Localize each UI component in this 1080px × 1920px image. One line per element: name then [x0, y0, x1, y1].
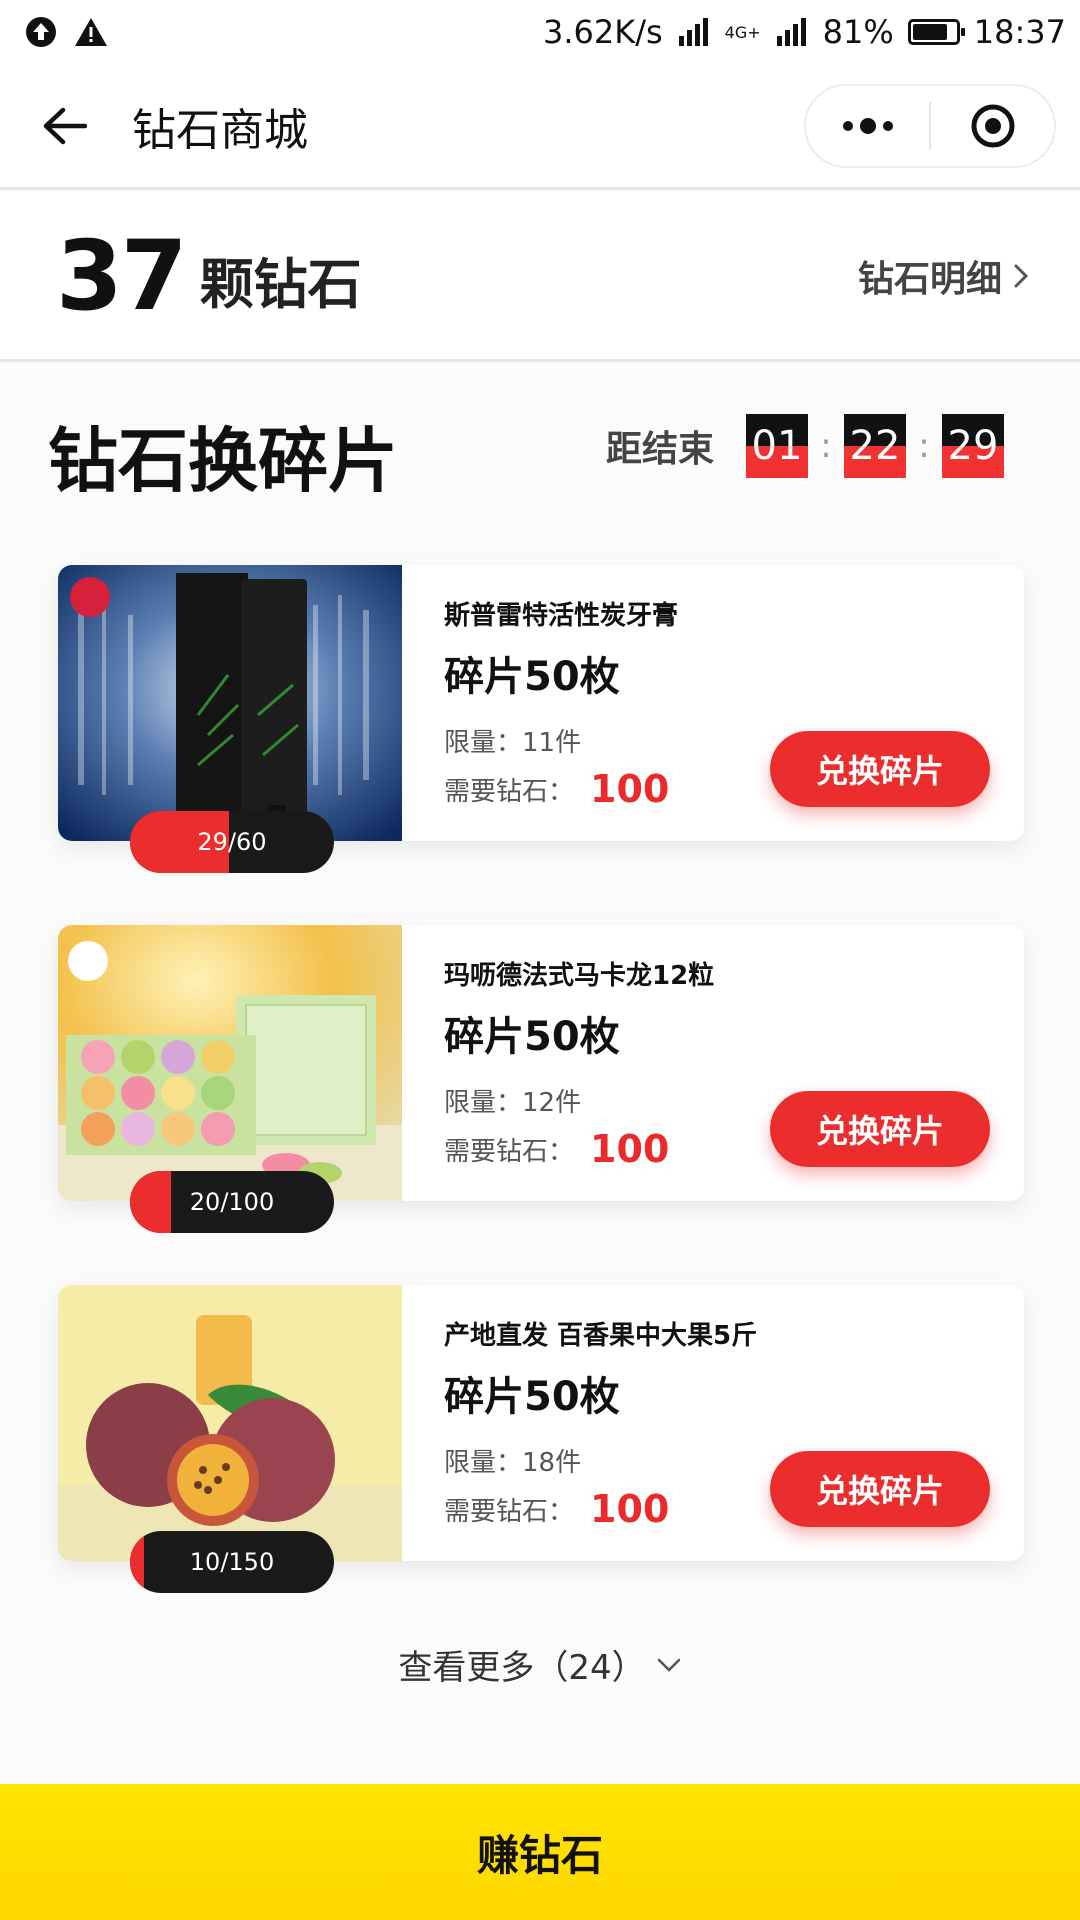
progress-fill — [130, 1531, 144, 1593]
page-title: 钻石商城 — [132, 104, 308, 156]
product-card[interactable]: 玛呖德法式马卡龙12粒 碎片50枚 限量：12件 需要钻石： 100 兑换碎片 … — [58, 925, 1024, 1233]
product-name: 玛呖德法式马卡龙12粒 — [444, 961, 715, 991]
product-price-row: 需要钻石： 100 — [444, 1127, 714, 1171]
exchange-button[interactable]: 兑换碎片 — [770, 1451, 990, 1527]
earn-diamonds-button[interactable]: 赚钻石 — [0, 1784, 1080, 1920]
exchange-button[interactable]: 兑换碎片 — [770, 731, 990, 807]
countdown: 距结束 01 : 22 : 29 — [606, 414, 1004, 478]
product-info: 玛呖德法式马卡龙12粒 碎片50枚 限量：12件 需要钻石： 100 — [444, 955, 714, 1171]
product-price: 100 — [590, 1487, 670, 1531]
signal-icon — [677, 15, 711, 49]
countdown-colon: : — [918, 426, 930, 466]
product-image-macaron — [58, 925, 402, 1201]
countdown-minutes: 22 — [844, 414, 906, 478]
target-circle-icon — [971, 104, 1014, 147]
countdown-label: 距结束 — [605, 429, 714, 470]
battery-icon — [907, 19, 965, 45]
clock: 18:37 — [973, 13, 1066, 51]
product-amount: 碎片50枚 — [444, 1374, 620, 1420]
product-image-toothpaste — [58, 565, 402, 841]
progress-fill — [130, 1171, 171, 1233]
diamond-mall-page: 3.62K/s 4G+ 81% 18:37 钻石商城 37 颗钻石 钻石明细 钻… — [0, 0, 1080, 1920]
nav-bar: 钻石商城 — [0, 64, 1080, 190]
stock-progress: 20/100 — [130, 1171, 334, 1233]
diamond-detail-link[interactable]: 钻石明细 — [858, 250, 1030, 302]
stock-progress: 10/150 — [130, 1531, 334, 1593]
battery-percent: 81% — [822, 13, 894, 51]
more-button[interactable] — [806, 86, 929, 166]
countdown-hours: 01 — [746, 414, 808, 478]
upload-icon — [24, 15, 58, 49]
product-name: 产地直发 百香果中大果5斤 — [444, 1321, 758, 1351]
more-dots-icon — [842, 117, 893, 134]
see-more-label: 查看更多（24） — [398, 1648, 646, 1688]
exchange-button[interactable]: 兑换碎片 — [770, 1091, 990, 1167]
section-title: 钻石换碎片 — [48, 420, 398, 502]
product-card[interactable]: 产地直发 百香果中大果5斤 碎片50枚 限量：18件 需要钻石： 100 兑换碎… — [58, 1285, 1024, 1593]
product-image-passion-fruit — [58, 1285, 402, 1561]
progress-text: 29/60 — [197, 828, 267, 856]
back-button[interactable] — [36, 98, 92, 154]
see-more-link[interactable]: 查看更多（24） — [0, 1640, 1080, 1689]
product-info: 产地直发 百香果中大果5斤 碎片50枚 限量：18件 需要钻石： 100 — [444, 1315, 757, 1531]
product-limit: 限量：18件 — [444, 1448, 582, 1478]
price-label: 需要钻石： — [444, 1496, 575, 1527]
network-speed: 3.62K/s — [542, 13, 663, 51]
product-price-row: 需要钻石： 100 — [444, 1487, 757, 1531]
product-price: 100 — [590, 1127, 670, 1171]
status-bar: 3.62K/s 4G+ 81% 18:37 — [0, 0, 1080, 64]
price-label: 需要钻石： — [444, 776, 575, 807]
close-button[interactable] — [931, 86, 1054, 166]
product-card[interactable]: 斯普雷特活性炭牙膏 碎片50枚 限量：11件 需要钻石： 100 兑换碎片 29… — [58, 565, 1024, 873]
progress-text: 10/150 — [189, 1548, 275, 1576]
product-info: 斯普雷特活性炭牙膏 碎片50枚 限量：11件 需要钻石： 100 — [444, 595, 678, 811]
diamond-unit: 颗钻石 — [199, 253, 362, 316]
diamond-count: 37 — [56, 219, 188, 332]
diamond-balance-bar: 37 颗钻石 钻石明细 — [0, 192, 1080, 362]
product-price-row: 需要钻石： 100 — [444, 767, 678, 811]
chevron-down-icon — [657, 1658, 680, 1672]
mini-program-capsule — [804, 83, 1056, 168]
signal-icon-2 — [775, 15, 809, 49]
progress-text: 20/100 — [189, 1188, 275, 1216]
product-amount: 碎片50枚 — [444, 1014, 620, 1060]
countdown-colon: : — [820, 426, 832, 466]
warning-icon — [74, 15, 108, 49]
countdown-seconds: 29 — [942, 414, 1004, 478]
chevron-right-icon — [1014, 264, 1029, 287]
arrow-left-icon — [43, 107, 87, 144]
price-label: 需要钻石： — [444, 1136, 575, 1167]
diamond-detail-label: 钻石明细 — [857, 258, 1002, 300]
product-price: 100 — [590, 767, 670, 811]
product-limit: 限量：12件 — [444, 1088, 582, 1118]
product-name: 斯普雷特活性炭牙膏 — [444, 601, 679, 631]
network-type: 4G+ — [724, 22, 761, 42]
stock-progress: 29/60 — [130, 811, 334, 873]
product-limit: 限量：11件 — [444, 728, 582, 758]
product-amount: 碎片50枚 — [444, 654, 620, 700]
